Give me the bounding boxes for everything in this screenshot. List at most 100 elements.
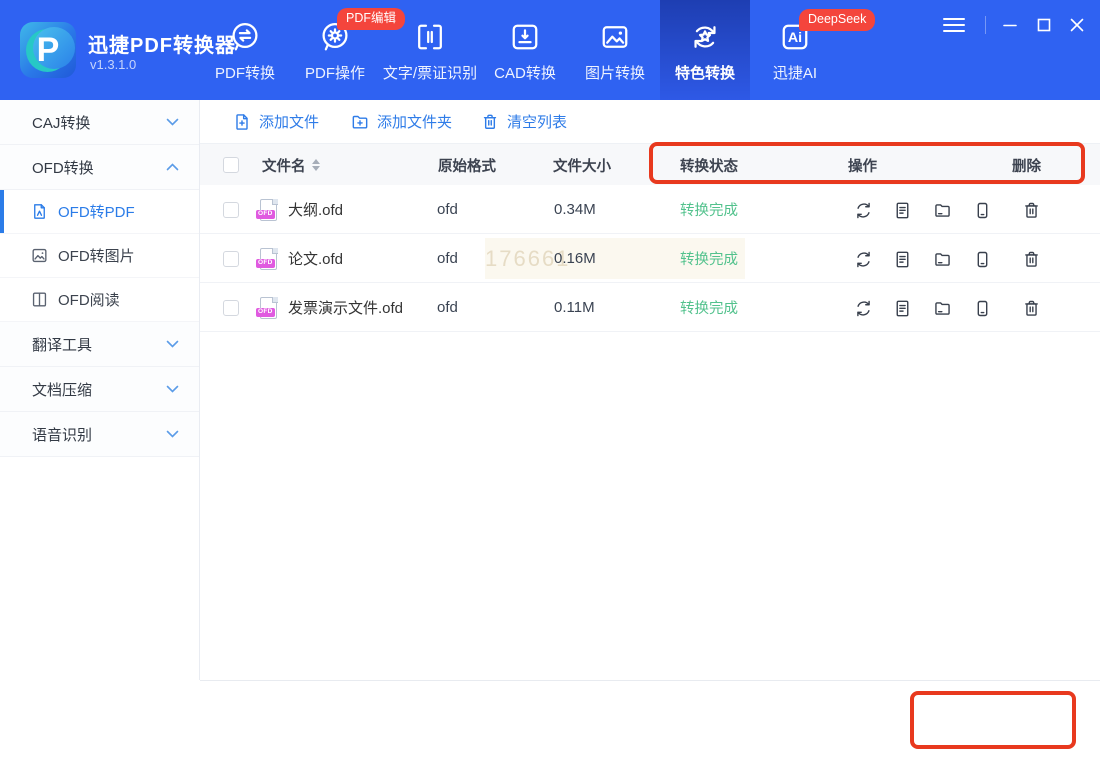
sidebar-group-compress[interactable]: 文档压缩 — [0, 367, 199, 412]
sidebar-item-ofd-to-pdf[interactable]: OFD转PDF — [0, 190, 199, 234]
chevron-down-icon — [166, 118, 179, 126]
column-size: 文件大小 — [553, 158, 611, 175]
file-name: 大纲.ofd — [288, 202, 344, 219]
status-badge: 转换完成 — [680, 203, 738, 219]
tab-label: 特色转换 — [674, 65, 735, 82]
close-icon[interactable] — [1069, 17, 1085, 33]
select-all-checkbox[interactable] — [223, 157, 239, 173]
menu-hamburger-icon[interactable] — [942, 16, 966, 34]
open-file-icon[interactable] — [890, 198, 914, 222]
cad-convert-icon — [480, 17, 570, 57]
column-delete: 删除 — [1012, 158, 1041, 175]
ofd-file-icon: OFD — [256, 247, 278, 271]
add-folder-icon — [350, 112, 370, 132]
deepseek-badge: DeepSeek — [799, 9, 876, 31]
open-folder-icon[interactable] — [930, 247, 954, 271]
chevron-down-icon — [166, 385, 179, 393]
ofd-file-icon: OFD — [256, 296, 278, 320]
sidebar-item-label: OFD转图片 — [58, 248, 135, 265]
add-file-label: 添加文件 — [259, 114, 320, 131]
delete-icon[interactable] — [1019, 247, 1043, 271]
file-format: ofd — [437, 299, 458, 316]
image-file-icon — [30, 246, 49, 265]
pdf-file-icon — [30, 202, 49, 221]
file-size: 0.16M — [554, 250, 596, 267]
delete-icon[interactable] — [1019, 296, 1043, 320]
chevron-down-icon — [166, 430, 179, 438]
row-checkbox[interactable] — [223, 299, 239, 316]
file-format: ofd — [437, 201, 458, 218]
book-icon — [30, 290, 49, 309]
open-file-icon[interactable] — [890, 296, 914, 320]
row-checkbox[interactable] — [223, 250, 239, 267]
tab-label: PDF操作 — [304, 65, 365, 82]
sidebar-group-ofd[interactable]: OFD转换 — [0, 145, 199, 190]
app-logo: P — [20, 22, 76, 78]
chevron-up-icon — [166, 163, 179, 171]
table-row: OFD 大纲.ofd ofd 0.34M 转换完成 — [200, 185, 1100, 234]
ofd-file-icon: OFD — [256, 198, 278, 222]
file-size: 0.34M — [554, 201, 596, 218]
sidebar-group-label: CAJ转换 — [32, 114, 91, 132]
open-folder-icon[interactable] — [930, 296, 954, 320]
footer-left: 在线客服 特色产品 — [0, 680, 200, 770]
add-file-button[interactable]: 添加文件 — [232, 100, 319, 143]
sidebar-item-ofd-to-image[interactable]: OFD转图片 — [0, 234, 199, 278]
file-name: 论文.ofd — [288, 251, 344, 268]
reconvert-icon[interactable] — [851, 247, 875, 271]
reconvert-icon[interactable] — [851, 198, 875, 222]
table-row: OFD 发票演示文件.ofd ofd 0.11M 转换完成 — [200, 283, 1100, 332]
column-actions: 操作 — [848, 158, 877, 175]
sidebar-group-label: 翻译工具 — [32, 336, 93, 354]
delete-icon[interactable] — [1019, 198, 1043, 222]
file-name: 发票演示文件.ofd — [288, 300, 404, 317]
tab-cad-convert[interactable]: CAD转换 — [480, 0, 570, 100]
maximize-icon[interactable] — [1036, 17, 1052, 33]
tab-label: 迅捷AI — [772, 65, 818, 82]
sort-icon[interactable] — [311, 159, 320, 171]
reconvert-icon[interactable] — [851, 296, 875, 320]
minimize-icon[interactable] — [1000, 18, 1020, 32]
sidebar-group-speech[interactable]: 语音识别 — [0, 412, 199, 457]
tab-special-convert[interactable]: 特色转换 — [660, 0, 750, 100]
table-header: 文件名 原始格式 文件大小 转换状态 操作 删除 — [200, 143, 1100, 185]
footer-bar: 保存文件: 原文件夹 自定义 ··· 打开文件夹 开始转换 — [200, 680, 1100, 770]
logo-letter: P — [36, 30, 60, 69]
pdf-convert-icon — [200, 17, 290, 57]
tab-label: 图片转换 — [584, 65, 645, 82]
tab-label: PDF转换 — [214, 65, 275, 82]
column-status: 转换状态 — [680, 158, 738, 175]
status-badge: 转换完成 — [680, 301, 738, 317]
tab-label: 文字/票证识别 — [382, 65, 478, 82]
mobile-view-icon[interactable] — [970, 247, 994, 271]
column-format: 原始格式 — [438, 158, 496, 175]
mobile-view-icon[interactable] — [970, 198, 994, 222]
mobile-view-icon[interactable] — [970, 296, 994, 320]
sidebar-group-label: 文档压缩 — [32, 381, 93, 399]
table-row: 176661 OFD 论文.ofd ofd 0.16M 转换完成 — [200, 234, 1100, 283]
window-controls-divider — [985, 16, 986, 34]
status-badge: 转换完成 — [680, 252, 738, 268]
column-filename: 文件名 — [262, 144, 320, 186]
tab-image-convert[interactable]: 图片转换 — [570, 0, 660, 100]
special-convert-icon — [660, 17, 750, 57]
file-format: ofd — [437, 250, 458, 267]
sidebar-group-translate[interactable]: 翻译工具 — [0, 322, 199, 367]
trash-icon — [480, 112, 500, 132]
clear-list-button[interactable]: 清空列表 — [480, 100, 567, 143]
add-folder-label: 添加文件夹 — [377, 114, 453, 131]
sidebar-item-ofd-reader[interactable]: OFD阅读 — [0, 278, 199, 322]
sidebar-group-label: OFD转换 — [32, 159, 94, 177]
ai-icon-text: Ai — [788, 30, 802, 46]
tab-label: CAD转换 — [494, 65, 556, 82]
header-bar: P 迅捷PDF转换器 v1.3.1.0 PDF转换 PDF操作 文字/票证识别 … — [0, 0, 1100, 100]
row-checkbox[interactable] — [223, 201, 239, 218]
add-folder-button[interactable]: 添加文件夹 — [350, 100, 452, 143]
open-folder-icon[interactable] — [930, 198, 954, 222]
file-size: 0.11M — [554, 299, 595, 316]
tab-pdf-convert[interactable]: PDF转换 — [200, 0, 290, 100]
pdf-edit-badge: PDF编辑 — [337, 8, 406, 30]
open-file-icon[interactable] — [890, 247, 914, 271]
sidebar-group-caj[interactable]: CAJ转换 — [0, 100, 199, 145]
sidebar-item-label: OFD阅读 — [58, 292, 120, 309]
